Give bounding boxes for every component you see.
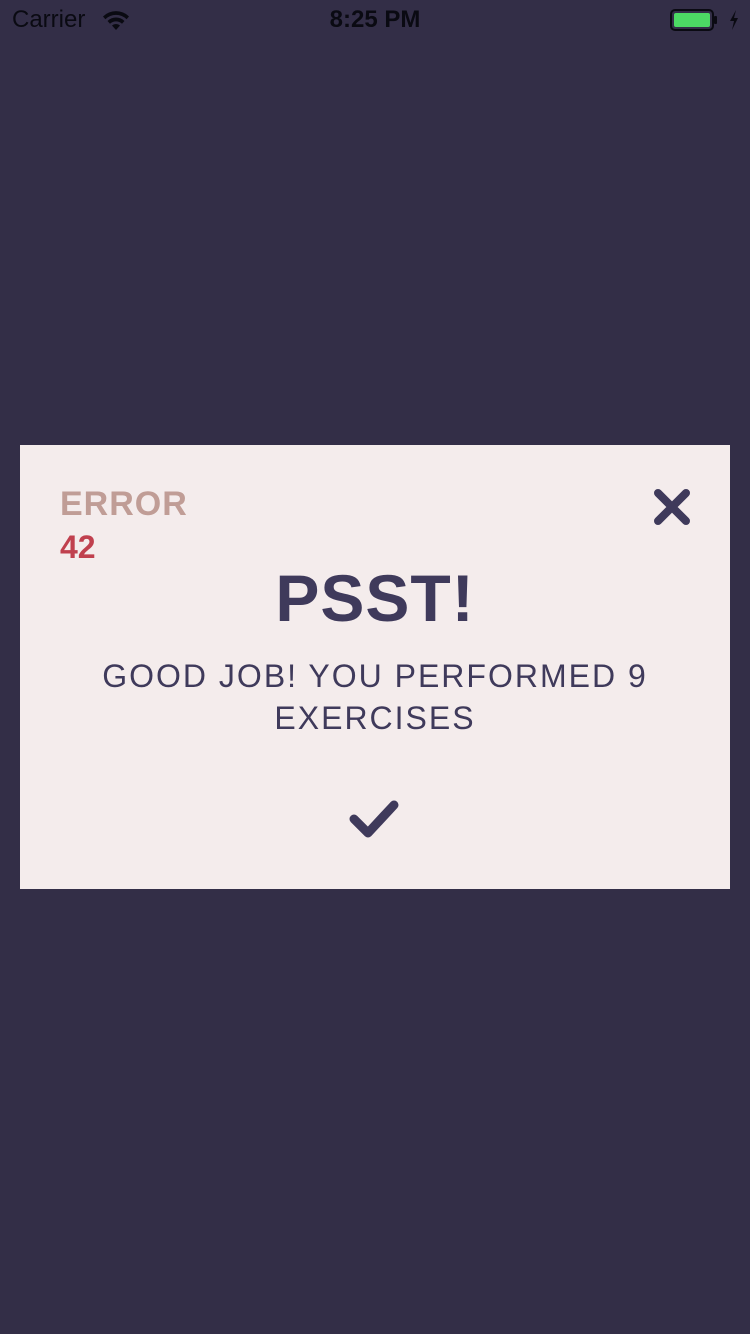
charging-bolt-icon: [730, 10, 738, 30]
checkmark-icon[interactable]: [346, 797, 402, 841]
exercise-complete-dialog: ERROR 42 PSST! GOOD JOB! YOU PERFORMED 9…: [20, 445, 730, 889]
dialog-title: PSST!: [275, 561, 475, 635]
error-code: 42: [60, 529, 96, 565]
status-time: 8:25 PM: [329, 6, 421, 33]
close-icon[interactable]: [648, 481, 698, 531]
status-bar: Carrier 8:25 PM: [0, 0, 750, 40]
error-label: ERROR: [60, 485, 188, 523]
dialog-message: GOOD JOB! YOU PERFORMED 9 EXERCISES: [102, 658, 648, 736]
battery-icon: [670, 9, 717, 31]
